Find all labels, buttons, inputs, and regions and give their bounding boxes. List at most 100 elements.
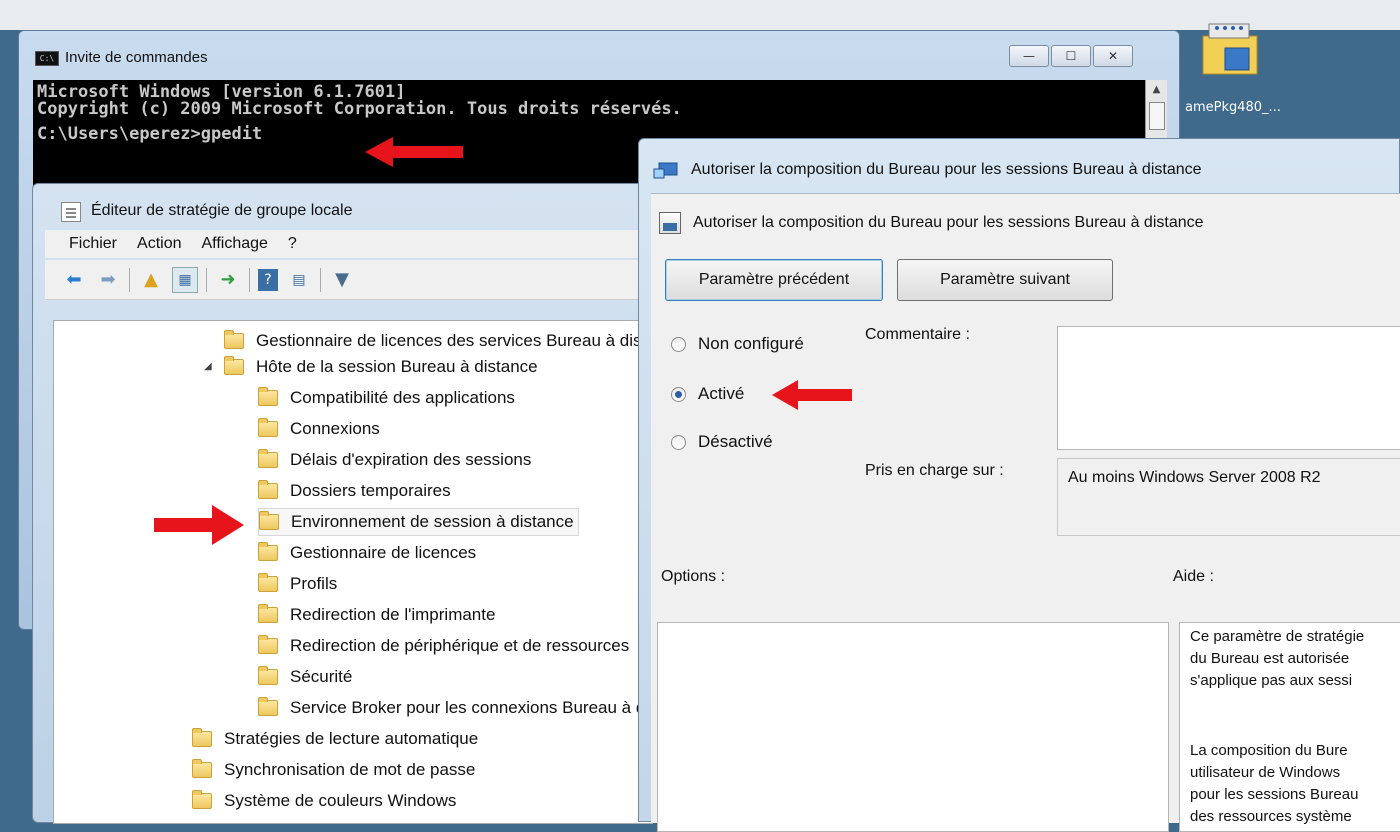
tree-item[interactable]: Hôte de la session Bureau à distance xyxy=(224,353,538,381)
help-line: des ressources système xyxy=(1190,808,1352,825)
show-hide-tree-icon[interactable]: ▦ xyxy=(172,266,198,293)
folder-icon xyxy=(258,604,278,623)
properties-icon[interactable]: ▤ xyxy=(286,267,312,293)
tree-item[interactable]: Service Broker pour les connexions Burea… xyxy=(258,694,652,722)
tree-item[interactable]: Redirection de périphérique et de ressou… xyxy=(258,632,629,660)
comment-field[interactable] xyxy=(1057,326,1400,450)
scroll-up-icon[interactable]: ▲ xyxy=(1147,80,1167,100)
folder-icon xyxy=(258,480,278,499)
folder-icon xyxy=(258,697,278,716)
options-pane[interactable] xyxy=(657,622,1169,832)
tree-item-selected[interactable]: Environnement de session à distance xyxy=(258,508,579,536)
options-label: Options : xyxy=(661,568,726,585)
radio-disabled[interactable]: Désactivé xyxy=(671,432,773,452)
tree-item[interactable]: Connexions xyxy=(258,415,380,443)
help-line: Ce paramètre de stratégie xyxy=(1190,628,1365,645)
console-line: Copyright (c) 2009 Microsoft Corporation… xyxy=(37,99,682,119)
up-folder-icon[interactable]: ▲ xyxy=(138,267,164,293)
folder-icon xyxy=(224,356,244,375)
folder-icon xyxy=(192,790,212,809)
folder-icon xyxy=(224,330,244,349)
folder-icon xyxy=(258,418,278,437)
supported-on-label: Pris en charge sur : xyxy=(865,462,1004,479)
tree-item[interactable]: Délais d'expiration des sessions xyxy=(258,446,531,474)
folder-icon xyxy=(258,573,278,592)
tree-item[interactable]: Gestionnaire de licences des services Bu… xyxy=(224,327,652,355)
red-arrow-icon xyxy=(772,380,852,410)
minimize-button[interactable]: — xyxy=(1009,45,1049,67)
setting-header-text: Autoriser la composition du Bureau pour … xyxy=(693,214,1204,231)
tree-item[interactable]: Profils xyxy=(258,570,337,598)
tree-item[interactable]: Synchronisation de mot de passe xyxy=(192,756,475,784)
cmd-window-controls: — ☐ ✕ xyxy=(1009,45,1133,67)
cmd-window-title: Invite de commandes xyxy=(65,49,208,66)
folder-icon xyxy=(259,511,279,530)
close-button[interactable]: ✕ xyxy=(1093,45,1133,67)
setting-header: Autoriser la composition du Bureau pour … xyxy=(659,212,1204,234)
gpedit-window[interactable]: Éditeur de stratégie de groupe locale Fi… xyxy=(32,183,653,824)
scroll-thumb[interactable] xyxy=(1148,102,1165,130)
red-arrow-icon xyxy=(365,137,463,167)
export-list-icon[interactable]: ➜ xyxy=(215,267,241,293)
toolbar: ⬅ ➡ ▲ ▦ ➜ ? ▤ ▼ xyxy=(45,260,651,300)
red-arrow-icon xyxy=(154,505,244,545)
policy-tree[interactable]: Gestionnaire de licences des services Bu… xyxy=(53,320,653,824)
filter-icon[interactable]: ▼ xyxy=(329,267,355,293)
help-line: La composition du Bure xyxy=(1190,742,1348,759)
radio-not-configured[interactable]: Non configuré xyxy=(671,334,804,354)
comment-label: Commentaire : xyxy=(865,326,970,343)
folder-icon xyxy=(192,728,212,747)
dialog-title: Autoriser la composition du Bureau pour … xyxy=(691,161,1202,178)
radio-enabled[interactable]: Activé xyxy=(671,384,744,404)
expand-arrow-icon[interactable]: ◢ xyxy=(204,361,212,372)
help-icon[interactable]: ? xyxy=(258,268,278,291)
folder-icon xyxy=(258,635,278,654)
tree-item[interactable]: Gestionnaire de licences xyxy=(258,539,476,567)
tree-item[interactable]: Stratégies de lecture automatique xyxy=(192,725,478,753)
next-setting-button[interactable]: Paramètre suivant xyxy=(897,259,1113,301)
help-line: utilisateur de Windows xyxy=(1190,764,1341,781)
radio-icon[interactable] xyxy=(671,434,686,450)
folder-icon xyxy=(258,666,278,685)
setting-icon xyxy=(659,212,681,234)
policy-setting-dialog[interactable]: Autoriser la composition du Bureau pour … xyxy=(638,138,1400,832)
tree-item[interactable]: Compatibilité des applications xyxy=(258,384,515,412)
folder-icon xyxy=(258,387,278,406)
toolbar-separator xyxy=(249,267,250,292)
help-line: du Bureau est autorisée xyxy=(1190,650,1350,667)
maximize-button[interactable]: ☐ xyxy=(1051,45,1091,67)
forward-icon[interactable]: ➡ xyxy=(95,267,121,293)
toolbar-separator xyxy=(320,267,321,292)
folder-icon xyxy=(258,449,278,468)
folder-icon xyxy=(258,542,278,561)
back-icon[interactable]: ⬅ xyxy=(61,267,87,293)
supported-on-field: Au moins Windows Server 2008 R2 xyxy=(1057,458,1400,536)
tree-item[interactable]: Sécurité xyxy=(258,663,352,691)
tree-item[interactable]: Système de couleurs Windows xyxy=(192,787,456,815)
gpedit-window-title: Éditeur de stratégie de groupe locale xyxy=(91,202,353,219)
tree-item[interactable]: Redirection de l'imprimante xyxy=(258,601,495,629)
folder-icon xyxy=(192,759,212,778)
help-label: Aide : xyxy=(1173,568,1214,585)
menu-help[interactable]: ? xyxy=(288,235,297,253)
tree-item[interactable]: Dossiers temporaires xyxy=(258,477,451,505)
menu-action[interactable]: Action xyxy=(137,235,181,253)
supported-on-value: Au moins Windows Server 2008 R2 xyxy=(1068,469,1321,486)
menu-file[interactable]: Fichier xyxy=(69,235,117,253)
package-icon[interactable] xyxy=(1195,18,1265,76)
toolbar-separator xyxy=(129,267,130,292)
gpedit-app-icon xyxy=(61,202,81,222)
menu-view[interactable]: Affichage xyxy=(201,235,267,253)
radio-icon[interactable] xyxy=(671,336,686,352)
help-line: s'applique pas aux sessi xyxy=(1190,672,1353,689)
menu-bar: Fichier Action Affichage ? xyxy=(45,230,651,258)
toolbar-separator xyxy=(206,267,207,292)
radio-checked-icon[interactable] xyxy=(671,386,686,402)
desktop-icon-label[interactable]: amePkg480_... xyxy=(1185,100,1281,115)
cmd-app-icon: C:\ xyxy=(35,51,59,66)
previous-setting-button[interactable]: Paramètre précédent xyxy=(665,259,883,301)
remote-desktop-icon xyxy=(653,162,678,179)
help-line: pour les sessions Bureau xyxy=(1190,786,1359,803)
dialog-body: Autoriser la composition du Bureau pour … xyxy=(651,193,1400,832)
desktop-strip xyxy=(0,0,1400,30)
